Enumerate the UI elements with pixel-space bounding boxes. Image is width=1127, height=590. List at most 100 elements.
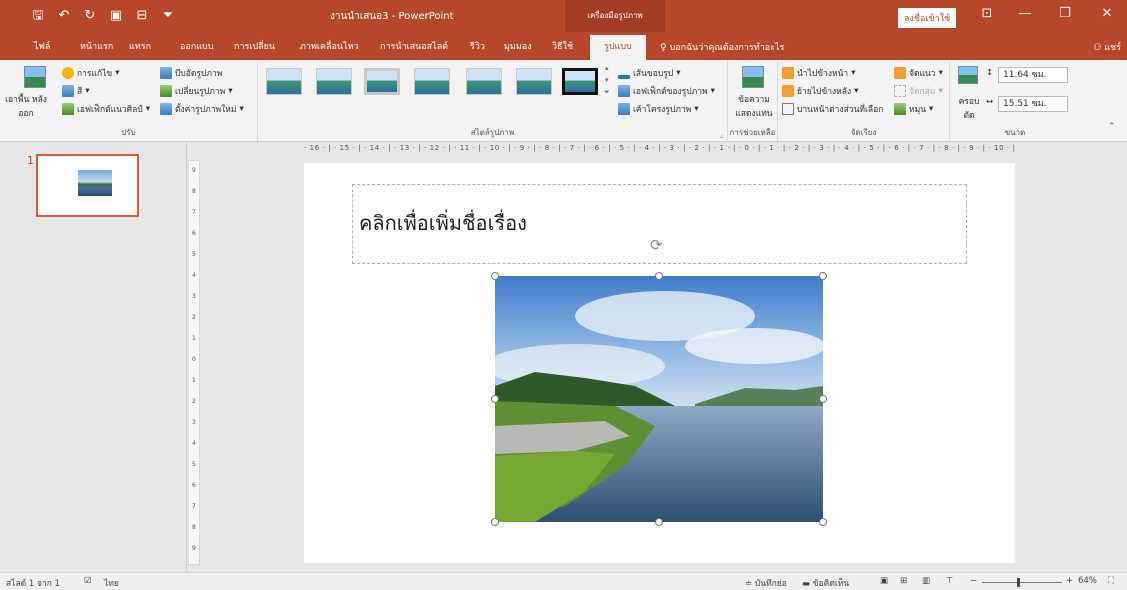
- vertical-ruler-tick: 1: [192, 335, 196, 342]
- spelling-icon[interactable]: ☑: [84, 576, 92, 586]
- normal-view-icon[interactable]: ▣: [880, 576, 888, 586]
- share-button[interactable]: ⚇ แชร์: [1093, 40, 1121, 54]
- compress-pictures-button[interactable]: บีบอัดรูปภาพ: [160, 66, 222, 80]
- collapse-ribbon-icon[interactable]: ⌃: [1108, 122, 1116, 132]
- customize-qat-icon[interactable]: ⏷: [160, 6, 176, 26]
- styles-gallery-scroll[interactable]: ▴ ▾ ⏷: [604, 64, 610, 97]
- picture-layout-icon: [618, 103, 630, 115]
- resize-handle-top[interactable]: [655, 272, 663, 280]
- picture-layout-button[interactable]: เค้าโครงรูปภาพ ▾: [618, 102, 699, 116]
- align-button[interactable]: จัดแนว ▾: [894, 66, 943, 80]
- signin-button[interactable]: ลงชื่อเข้าใช้: [898, 8, 957, 28]
- bring-forward-button[interactable]: นำไปข้างหน้า ▾: [782, 66, 855, 80]
- tab-transitions[interactable]: การเปลี่ยน: [230, 38, 279, 56]
- picture-style-7[interactable]: [562, 68, 598, 95]
- crop-button[interactable]: ครอบ ตัด: [954, 94, 984, 122]
- picture-style-4[interactable]: [414, 68, 450, 95]
- resize-handle-right[interactable]: [819, 395, 827, 403]
- rotation-handle-icon[interactable]: ⟳: [650, 236, 663, 254]
- zoom-slider-thumb[interactable]: [1017, 578, 1020, 587]
- corrections-button[interactable]: การแก้ไข ▾: [62, 66, 119, 80]
- tab-file[interactable]: ไฟล์: [30, 38, 54, 56]
- scroll-up-icon[interactable]: ▴: [605, 64, 609, 72]
- tab-slideshow[interactable]: การนำเสนอสไลด์: [376, 38, 452, 56]
- tab-insert[interactable]: แทรก: [125, 38, 155, 56]
- height-field[interactable]: 11.64 ซม.: [998, 67, 1068, 83]
- slide-sorter-icon[interactable]: ⊞: [900, 576, 907, 586]
- picture-style-6[interactable]: [516, 68, 552, 95]
- close-icon[interactable]: ✕: [1092, 6, 1122, 21]
- group-accessibility: ข้อความ แสดงแทน การช่วยเหลือ: [728, 60, 778, 142]
- present-icon[interactable]: ▣: [108, 6, 124, 26]
- notes-button[interactable]: ≐ บันทึกย่อ: [745, 576, 787, 590]
- scroll-down-icon[interactable]: ▾: [605, 76, 609, 84]
- tab-help[interactable]: วิธีใช้: [548, 38, 577, 56]
- zoom-in-icon[interactable]: +: [1066, 576, 1073, 586]
- ribbon-display-icon[interactable]: ⊡: [972, 6, 1002, 21]
- resize-handle-top-right[interactable]: [819, 272, 827, 280]
- color-button[interactable]: สี ▾: [62, 84, 89, 98]
- save-icon[interactable]: 🖫: [30, 6, 46, 26]
- reset-picture-label: ตั้งค่ารูปภาพใหม่: [175, 105, 237, 115]
- change-picture-button[interactable]: เปลี่ยนรูปภาพ ▾: [160, 84, 233, 98]
- horizontal-ruler: · 16 · | · 15 · | · 14 · | · 13 · | · 12…: [304, 144, 1015, 152]
- person-icon: ⚇: [1093, 43, 1105, 53]
- comments-button[interactable]: ▬ ข้อคิดเห็น: [802, 576, 849, 590]
- tab-review[interactable]: รีวิว: [466, 38, 489, 56]
- picture-style-3[interactable]: [364, 68, 400, 95]
- more-styles-icon[interactable]: ⏷: [604, 88, 610, 97]
- zoom-level[interactable]: 64%: [1078, 576, 1097, 586]
- zoom-slider[interactable]: [982, 582, 1062, 583]
- tab-view[interactable]: มุมมอง: [500, 38, 536, 56]
- tell-me-box[interactable]: ♀ บอกฉันว่าคุณต้องการทำอะไร: [660, 40, 784, 54]
- vertical-ruler-tick: 4: [192, 440, 196, 447]
- vertical-ruler-tick: 6: [192, 482, 196, 489]
- vertical-ruler-tick: 3: [192, 419, 196, 426]
- tell-me-text: บอกฉันว่าคุณต้องการทำอะไร: [669, 43, 785, 53]
- artistic-effects-button[interactable]: เอฟเฟ็กต์แนวศิลป์ ▾: [62, 102, 150, 116]
- restore-icon[interactable]: ❐: [1050, 6, 1080, 21]
- zoom-out-icon[interactable]: −: [970, 576, 977, 586]
- slide-thumbnail[interactable]: [36, 154, 139, 217]
- tab-home[interactable]: หน้าแรก: [76, 38, 117, 56]
- crop-icon[interactable]: [958, 66, 978, 84]
- picture-style-5[interactable]: [466, 68, 502, 95]
- resize-handle-bottom[interactable]: [655, 518, 663, 526]
- rotate-button[interactable]: หมุน ▾: [894, 102, 933, 116]
- resize-handle-left[interactable]: [491, 395, 499, 403]
- remove-background-icon[interactable]: [24, 66, 46, 88]
- vertical-ruler-tick: 6: [192, 230, 196, 237]
- styles-dialog-launcher-icon[interactable]: ⌟: [720, 131, 723, 139]
- minimize-icon[interactable]: —: [1010, 6, 1040, 21]
- touch-mode-icon[interactable]: ⊟: [134, 6, 150, 26]
- reset-picture-button[interactable]: ตั้งค่ารูปภาพใหม่ ▾: [160, 102, 244, 116]
- resize-handle-bottom-left[interactable]: [491, 518, 499, 526]
- group-objects-button[interactable]: จัดกลุ่ม ▾: [894, 84, 943, 98]
- alt-text-button[interactable]: ข้อความ แสดงแทน: [732, 92, 776, 120]
- selection-pane-button[interactable]: บานหน้าต่างส่วนที่เลือก: [782, 102, 883, 116]
- resize-handle-top-left[interactable]: [491, 272, 499, 280]
- slideshow-view-icon[interactable]: ⊤: [946, 576, 953, 586]
- tab-format[interactable]: รูปแบบ: [590, 35, 646, 60]
- remove-background-button[interactable]: เอาพื้น หลังออก: [2, 92, 50, 120]
- reading-view-icon[interactable]: ▥: [922, 576, 930, 586]
- send-backward-button[interactable]: ย้ายไปข้างหลัง ▾: [782, 84, 858, 98]
- width-field[interactable]: 15.51 ซม.: [998, 96, 1068, 112]
- lake-photo[interactable]: [495, 276, 823, 522]
- tab-animations[interactable]: ภาพเคลื่อนไหว: [296, 38, 363, 56]
- alt-text-icon[interactable]: [742, 66, 764, 88]
- fit-to-window-icon[interactable]: ⛶: [1108, 576, 1114, 586]
- group-size-label: ขนาด: [1004, 128, 1026, 137]
- undo-icon[interactable]: ↶: [56, 6, 72, 26]
- resize-handle-bottom-right[interactable]: [819, 518, 827, 526]
- redo-icon[interactable]: ↻: [82, 6, 98, 26]
- picture-style-1[interactable]: [266, 68, 302, 95]
- tab-design[interactable]: ออกแบบ: [176, 38, 218, 56]
- vertical-ruler-tick: 9: [192, 167, 196, 174]
- language-indicator[interactable]: ไทย: [104, 576, 119, 590]
- picture-border-button[interactable]: เส้นขอบรูป ▾: [618, 66, 680, 80]
- align-icon: [894, 67, 906, 79]
- reset-picture-icon: [160, 103, 172, 115]
- picture-style-2[interactable]: [316, 68, 352, 95]
- picture-effects-button[interactable]: เอฟเฟ็กต์ของรูปภาพ ▾: [618, 84, 715, 98]
